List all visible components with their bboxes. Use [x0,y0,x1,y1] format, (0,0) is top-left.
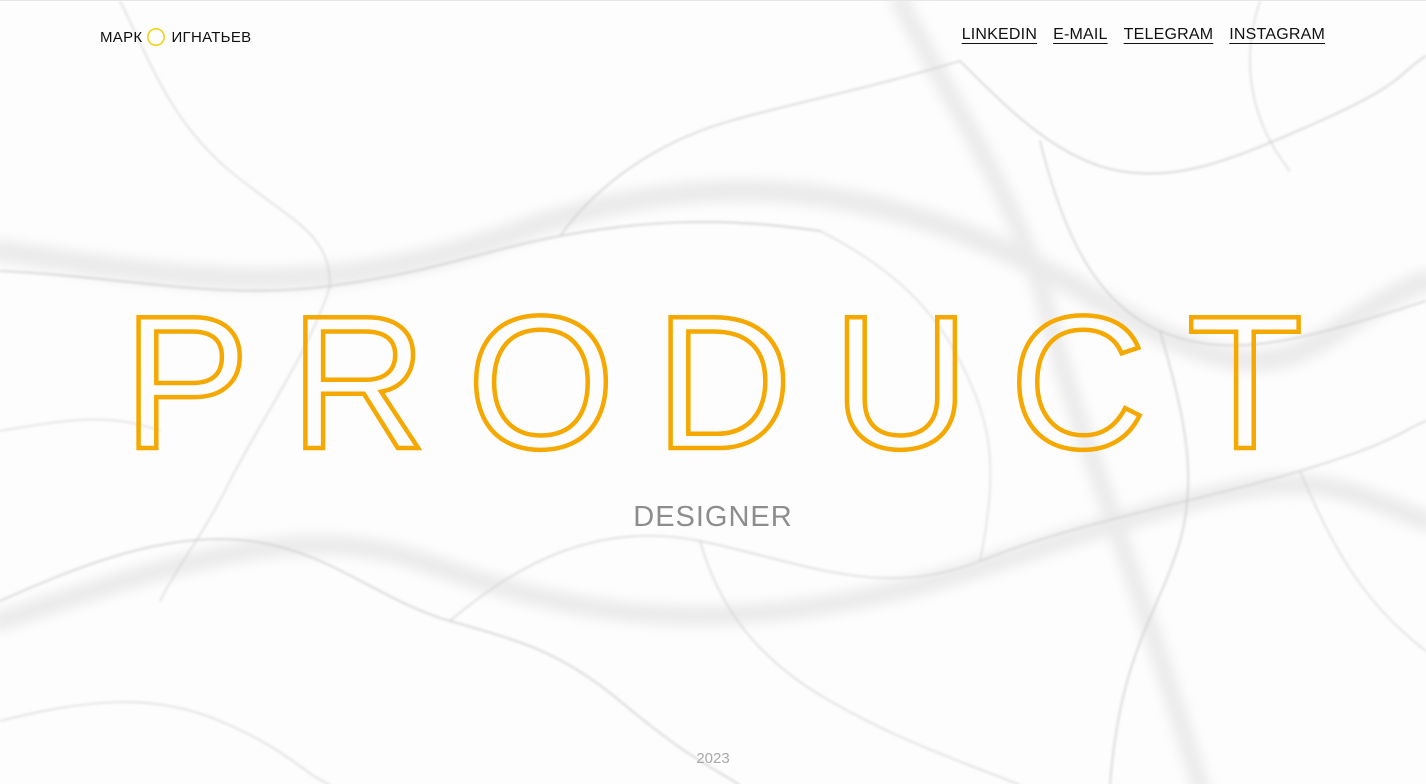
nav-link-email[interactable]: E-MAIL [1053,26,1108,44]
hero-title: PRODUCT [0,291,1426,461]
hero-title-text: PRODUCT [123,291,1303,461]
nav-link-instagram[interactable]: INSTAGRAM [1229,26,1325,44]
yellow-ring-icon [147,28,166,46]
footer-year: 2023 [696,750,730,767]
landing-page: МАРК ИГНАТЬЕВ LINKEDIN E-MAIL TELEGRAM I… [0,0,1426,784]
nav-link-linkedin[interactable]: LINKEDIN [962,26,1037,44]
social-nav: LINKEDIN E-MAIL TELEGRAM INSTAGRAM [962,26,1325,44]
brand-first-name: МАРК [100,28,143,46]
hero-subtitle: DESIGNER [633,501,793,533]
brand-logo[interactable]: МАРК ИГНАТЬЕВ [100,27,251,47]
nav-link-telegram[interactable]: TELEGRAM [1124,26,1214,44]
brand-last-name: ИГНАТЬЕВ [171,28,252,46]
site-header: МАРК ИГНАТЬЕВ LINKEDIN E-MAIL TELEGRAM I… [0,1,1426,73]
